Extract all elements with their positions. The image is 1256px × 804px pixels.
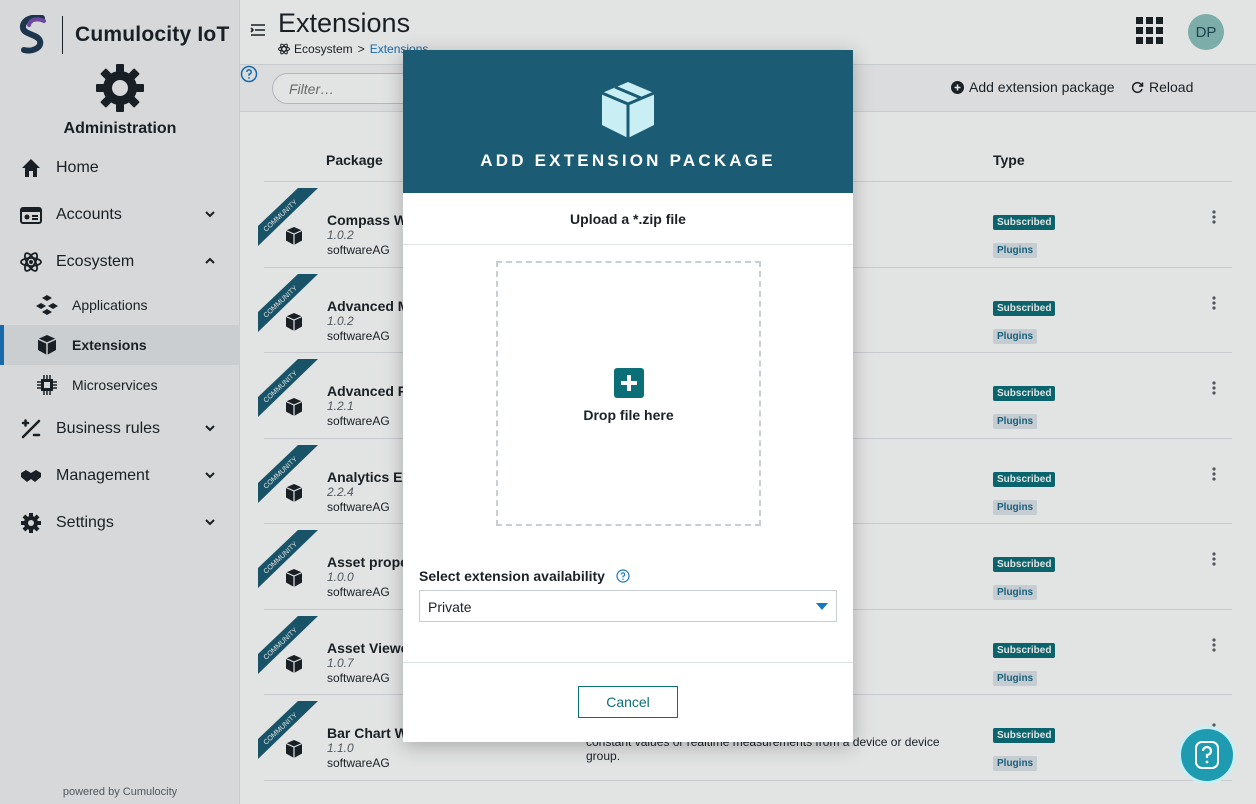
modal-title: ADD EXTENSION PACKAGE (480, 151, 776, 170)
add-file-icon (614, 368, 644, 398)
help-fab-button[interactable] (1178, 726, 1236, 784)
modal-header: ADD EXTENSION PACKAGE (403, 50, 853, 193)
modal-subtitle: Upload a *.zip file (403, 193, 853, 245)
file-drop-zone[interactable]: Drop file here (496, 261, 761, 526)
question-icon (1195, 741, 1219, 769)
cancel-button[interactable]: Cancel (578, 686, 678, 718)
help-circle-icon[interactable] (616, 569, 630, 583)
availability-label-text: Select extension availability (419, 568, 605, 584)
availability-label: Select extension availability (419, 568, 630, 584)
drop-file-label: Drop file here (583, 407, 674, 423)
package-box-icon (601, 82, 655, 138)
caret-down-icon (816, 603, 828, 610)
availability-select[interactable]: Private (419, 590, 837, 622)
modal-footer: Cancel (403, 662, 853, 742)
availability-select-value: Private (428, 599, 472, 615)
add-extension-modal: ADD EXTENSION PACKAGE Upload a *.zip fil… (403, 50, 853, 742)
